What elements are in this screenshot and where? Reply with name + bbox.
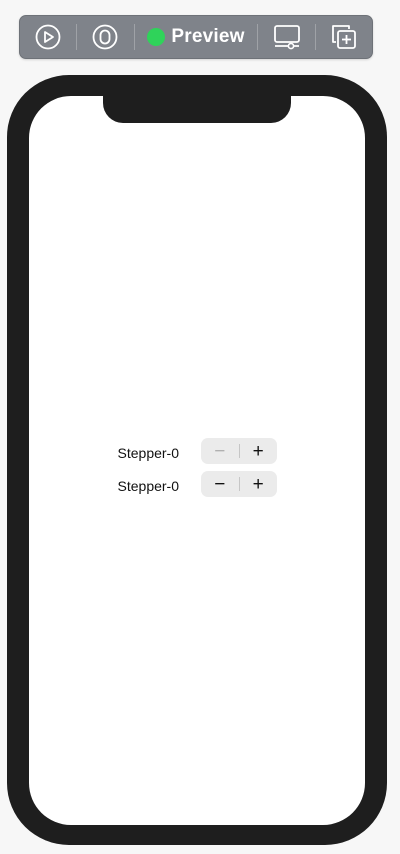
cursor-select-icon (92, 24, 118, 50)
live-preview-button[interactable] (20, 16, 76, 58)
preview-status-button[interactable]: Preview (135, 16, 257, 58)
stepper-row: Stepper-0 − + (29, 437, 365, 469)
status-indicator-icon (147, 28, 166, 46)
device-settings-button[interactable] (258, 16, 316, 58)
preview-label: Preview (171, 26, 245, 47)
decrement-button[interactable]: − (201, 438, 239, 464)
device-screen: Stepper-0 − + Stepper-0 − + (29, 96, 365, 825)
preview-toolbar: Preview (19, 15, 373, 59)
stepper-control: − + (201, 438, 277, 464)
device-frame: Stepper-0 − + Stepper-0 − + (7, 75, 387, 845)
duplicate-preview-button[interactable] (316, 16, 372, 58)
stepper-label: Stepper-0 (117, 445, 179, 461)
device-settings-icon (273, 25, 300, 50)
stepper-list: Stepper-0 − + Stepper-0 − + (29, 437, 365, 503)
canvas: Preview Stepper-0 − + Stepper-0 − + (0, 0, 400, 854)
stepper-row: Stepper-0 − + (29, 470, 365, 502)
play-circle-icon (35, 24, 61, 50)
increment-button[interactable]: + (239, 471, 277, 497)
duplicate-icon (332, 25, 357, 49)
selectable-mode-button[interactable] (77, 16, 135, 58)
stepper-label: Stepper-0 (117, 478, 179, 494)
stepper-control: − + (201, 471, 277, 497)
increment-button[interactable]: + (239, 438, 277, 464)
device-notch (103, 96, 291, 123)
decrement-button[interactable]: − (201, 471, 239, 497)
